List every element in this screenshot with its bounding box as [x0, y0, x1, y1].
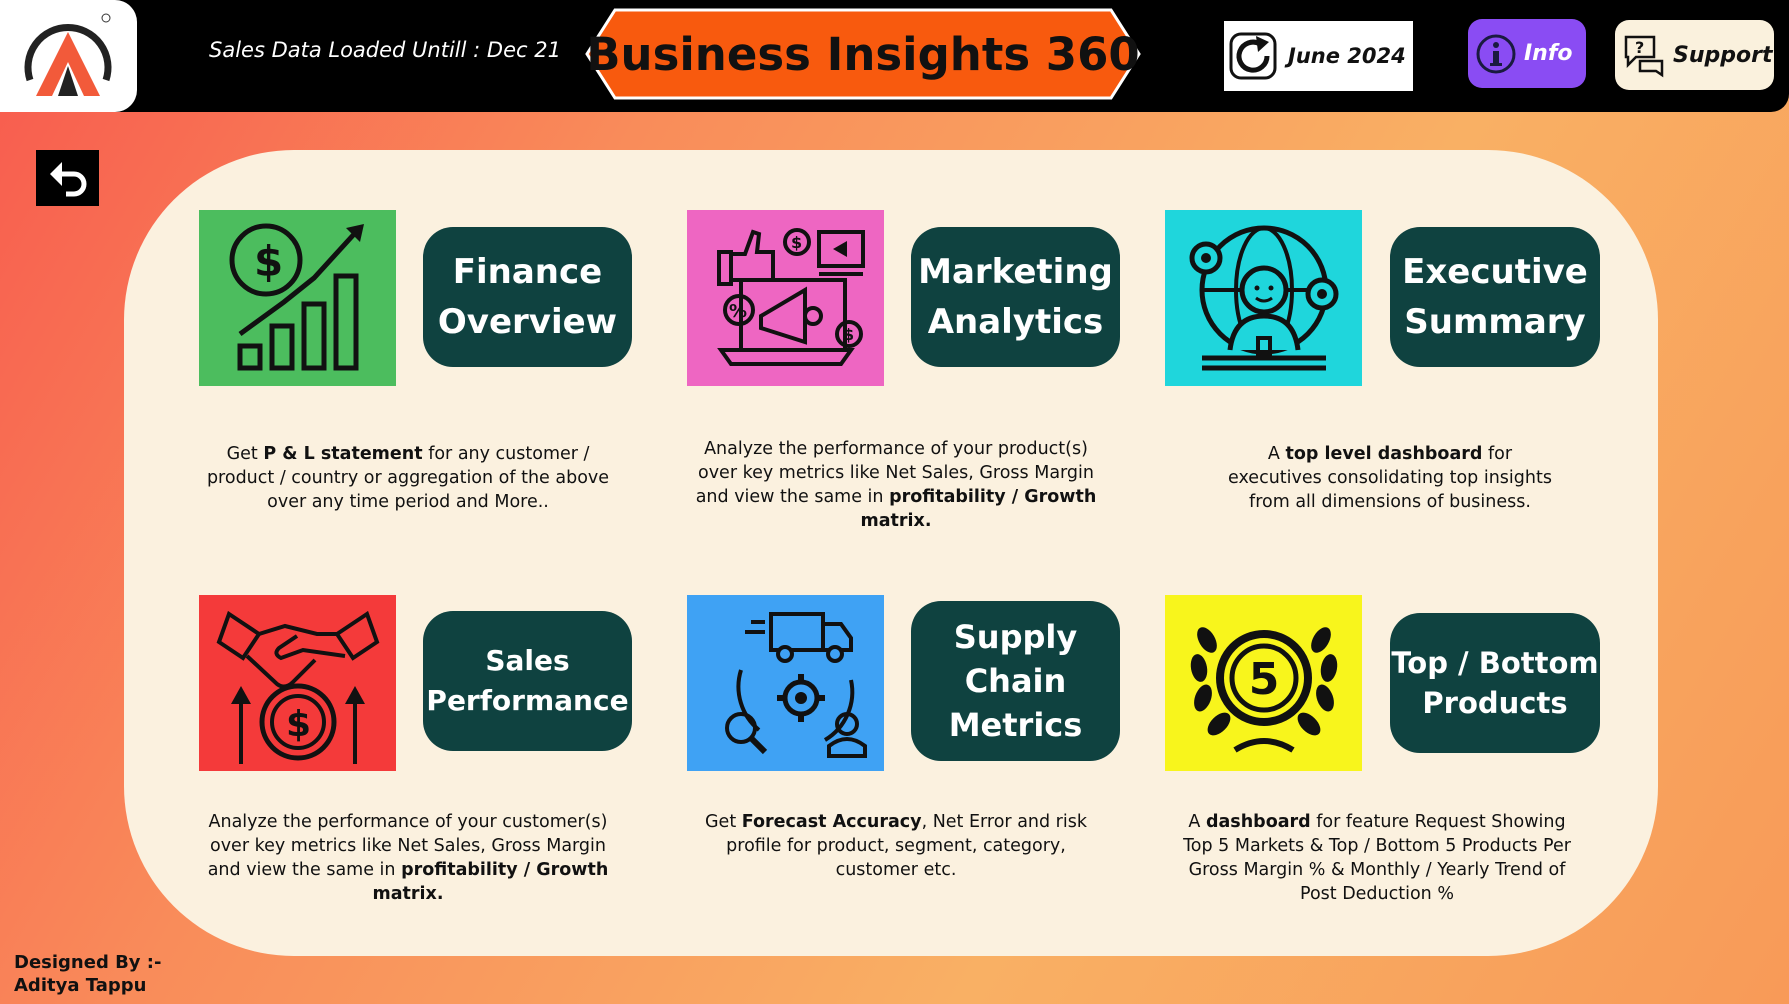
- refresh-icon: [1224, 21, 1282, 91]
- logo-a-icon: [24, 13, 112, 96]
- support-button[interactable]: ? Support: [1615, 20, 1774, 90]
- top-bottom-description: A dashboard for feature Request Showing …: [1183, 812, 1571, 904]
- executive-description: A top level dashboard for executives con…: [1228, 444, 1552, 512]
- svg-text:$: $: [843, 325, 854, 344]
- svg-text:?: ?: [1635, 38, 1644, 57]
- supply-title-line3: Metrics: [948, 706, 1083, 744]
- info-button[interactable]: Info: [1468, 19, 1586, 88]
- top-bar: Sales Data Loaded Untill : Dec 21 Busine…: [0, 0, 1789, 112]
- designed-by-label: Designed By :-: [14, 952, 162, 973]
- back-arrow-icon: [49, 162, 86, 197]
- designed-by: Designed By :- Aditya Tappu: [14, 951, 161, 997]
- top-bottom-title-line2: Products: [1422, 686, 1568, 720]
- marketing-tile[interactable]: $ % $: [687, 210, 884, 386]
- finance-title-line1: Finance: [452, 252, 603, 292]
- svg-text:%: %: [729, 301, 747, 322]
- info-icon: [1468, 19, 1524, 88]
- info-label: Info: [1524, 41, 1573, 66]
- logo[interactable]: [0, 0, 137, 112]
- marketing-title-line2: Analytics: [927, 302, 1104, 342]
- finance-growth-icon: $: [229, 223, 364, 371]
- title-banner: Business Insights 360: [585, 8, 1141, 100]
- sales-tile[interactable]: $: [199, 595, 396, 771]
- finance-title-line2: Overview: [437, 302, 618, 342]
- handshake-dollar-icon: $: [216, 610, 379, 764]
- executive-tile[interactable]: [1165, 210, 1362, 386]
- sales-performance-button[interactable]: Sales Performance: [423, 611, 632, 751]
- marketing-title-line1: Marketing: [918, 252, 1113, 292]
- top-five-badge-icon: 5: [1190, 627, 1337, 753]
- finance-description: Get P & L statement for any customer / p…: [206, 444, 610, 512]
- supply-title-line1: Supply: [953, 618, 1078, 656]
- data-loaded-text: Sales Data Loaded Untill : Dec 21: [209, 38, 561, 62]
- svg-text:$: $: [286, 704, 311, 745]
- refresh-date-button[interactable]: June 2024: [1224, 21, 1413, 91]
- executive-title-line2: Summary: [1404, 302, 1586, 342]
- executive-globe-icon: [1189, 225, 1338, 371]
- svg-text:$: $: [254, 237, 283, 286]
- supply-chain-description: Get Forecast Accuracy, Net Error and ris…: [705, 812, 1087, 880]
- back-button[interactable]: [36, 150, 99, 206]
- sales-title-line2: Performance: [426, 684, 629, 717]
- executive-title-line1: Executive: [1402, 252, 1588, 292]
- finance-overview-button[interactable]: Finance Overview: [423, 227, 632, 367]
- designer-name: Aditya Tappu: [14, 975, 147, 996]
- supply-chain-tile[interactable]: [687, 595, 884, 771]
- top-bottom-title-line1: Top / Bottom: [1391, 646, 1599, 680]
- svg-text:5: 5: [1248, 654, 1279, 705]
- marketing-megaphone-icon: $ % $: [716, 228, 865, 366]
- sales-title-line1: Sales: [485, 644, 570, 677]
- support-chat-icon: ?: [1615, 20, 1673, 90]
- marketing-analytics-button[interactable]: Marketing Analytics: [911, 227, 1120, 367]
- svg-text:$: $: [791, 233, 802, 252]
- page-title: Business Insights 360: [586, 27, 1140, 81]
- top-bottom-tile[interactable]: 5: [1165, 595, 1362, 771]
- executive-summary-button[interactable]: Executive Summary: [1390, 227, 1600, 367]
- finance-tile[interactable]: $: [199, 210, 396, 386]
- supply-title-line2: Chain: [964, 662, 1067, 700]
- refresh-date-label: June 2024: [1288, 44, 1406, 68]
- supply-chain-metrics-button[interactable]: Supply Chain Metrics: [911, 601, 1120, 761]
- top-bottom-products-button[interactable]: Top / Bottom Products: [1390, 613, 1600, 753]
- supply-chain-truck-icon: [724, 612, 867, 758]
- marketing-description: Analyze the performance of your product(…: [695, 439, 1097, 531]
- sales-description: Analyze the performance of your customer…: [207, 812, 609, 904]
- support-label: Support: [1673, 42, 1773, 68]
